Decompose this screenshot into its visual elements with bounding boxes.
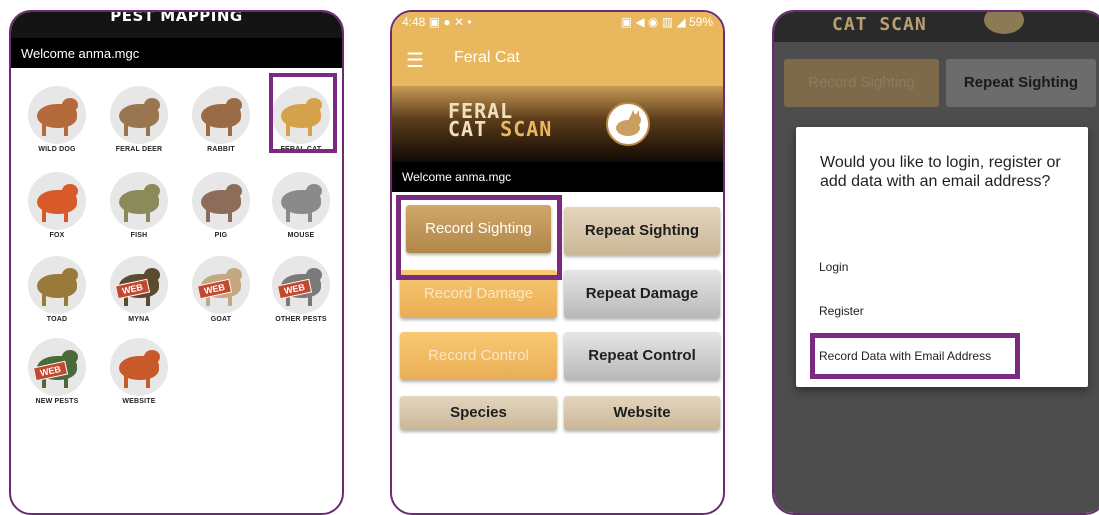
status-bar: 4:48 ▣ ● ✕ • 59% ▣ ◀ ◉ ▥ ◢: [392, 12, 723, 32]
logo-cat: CAT: [448, 117, 488, 141]
status-time: 4:48: [402, 15, 426, 29]
pest-label: WEBSITE: [122, 398, 156, 405]
repeat-control-button[interactable]: Repeat Control: [564, 332, 720, 380]
pest-label: NEW PESTS: [35, 398, 79, 405]
highlight-record-sighting: [396, 195, 562, 280]
highlight-record-with-email: [810, 333, 1020, 379]
website-button[interactable]: Website: [564, 396, 720, 430]
pest-label: GOAT: [210, 316, 232, 323]
dialog-question: Would you like to login, register or add…: [820, 154, 1061, 190]
pest-tile[interactable]: FERAL DEER: [99, 78, 179, 160]
record-sighting-button-dimmed: Record Sighting: [784, 59, 939, 107]
repeat-sighting-button-dimmed: Repeat Sighting: [946, 59, 1096, 107]
turtle-icon: WEB: [28, 338, 86, 396]
signal-icons: ▣ ◀ ◉ ▥ ◢: [620, 15, 689, 29]
pest-tile[interactable]: WEBSITE: [99, 330, 179, 412]
wild-dog-icon: [28, 86, 86, 144]
species-button[interactable]: Species: [400, 396, 557, 430]
pest-label: MYNA: [128, 316, 150, 323]
pest-label: OTHER PESTS: [275, 316, 327, 323]
pest-tile[interactable]: WEB GOAT: [181, 248, 261, 330]
pest-tile[interactable]: TOAD: [17, 248, 97, 330]
cat-scan-logo: CAT SCAN: [832, 14, 927, 35]
pest-label: FOX: [49, 232, 65, 239]
phone-login-dialog: CAT SCAN Record Sighting Repeat Sighting…: [772, 10, 1099, 515]
pest-label: TOAD: [46, 316, 68, 323]
cat-badge-icon: [984, 12, 1024, 34]
pest-label: WILD DOG: [38, 146, 76, 153]
pest-tile[interactable]: FOX: [17, 164, 97, 246]
fox-icon: [28, 172, 86, 230]
fish-icon: [110, 172, 168, 230]
pest-tile[interactable]: MOUSE: [261, 164, 341, 246]
register-option[interactable]: Register: [819, 304, 864, 318]
feral-deer-icon: [110, 86, 168, 144]
repeat-damage-button[interactable]: Repeat Damage: [564, 270, 720, 318]
record-control-button[interactable]: Record Control: [400, 332, 557, 380]
pest-label: PIG: [214, 232, 228, 239]
phone-pest-mapping: PEST MAPPING Welcome anma.mgc WILD DOG FE…: [9, 10, 344, 515]
goat-icon: WEB: [192, 256, 250, 314]
pig-icon: [192, 172, 250, 230]
pest-label: MOUSE: [287, 232, 315, 239]
mouse-icon: [272, 172, 330, 230]
pest-tile[interactable]: WILD DOG: [17, 78, 97, 160]
hamburger-menu-icon[interactable]: ☰: [406, 48, 424, 73]
page-title: PEST MAPPING: [11, 12, 342, 38]
rabbit-icon: [192, 86, 250, 144]
pest-tile[interactable]: WEB NEW PESTS: [17, 330, 97, 412]
welcome-bar: Welcome anma.mgc: [11, 38, 342, 68]
pest-tile[interactable]: WEB MYNA: [99, 248, 179, 330]
cat-badge-icon: [606, 102, 650, 146]
phone-feral-cat-menu: 4:48 ▣ ● ✕ • 59% ▣ ◀ ◉ ▥ ◢ ☰ Feral Cat F…: [390, 10, 725, 515]
feral-cat-scan-logo: FERAL CAT SCAN: [448, 101, 553, 141]
pest-tile[interactable]: WEB OTHER PESTS: [261, 248, 341, 330]
pest-label: FERAL DEER: [115, 146, 163, 153]
toad-icon: [28, 256, 86, 314]
notification-icons: ▣ ● ✕ •: [425, 15, 472, 29]
myna-icon: WEB: [110, 256, 168, 314]
donkey-icon: WEB: [272, 256, 330, 314]
repeat-sighting-button[interactable]: Repeat Sighting: [564, 207, 720, 255]
login-option[interactable]: Login: [819, 260, 848, 274]
welcome-bar: Welcome anma.mgc: [392, 162, 723, 192]
feral-cat-scan-banner: FERAL CAT SCAN: [392, 86, 723, 162]
logo-scan: SCAN: [500, 117, 553, 141]
pest-tile[interactable]: RABBIT: [181, 78, 261, 160]
app-title: Feral Cat: [454, 49, 520, 66]
australia-map-icon: [110, 338, 168, 396]
highlight-feral-cat: [269, 73, 337, 153]
app-bar: ☰ Feral Cat: [392, 32, 723, 86]
pest-label: RABBIT: [207, 146, 235, 153]
app-header: CAT SCAN: [774, 12, 1099, 42]
pest-tile[interactable]: FISH: [99, 164, 179, 246]
status-battery: 59%: [688, 15, 713, 29]
pest-tile[interactable]: PIG: [181, 164, 261, 246]
pest-label: FISH: [130, 232, 148, 239]
